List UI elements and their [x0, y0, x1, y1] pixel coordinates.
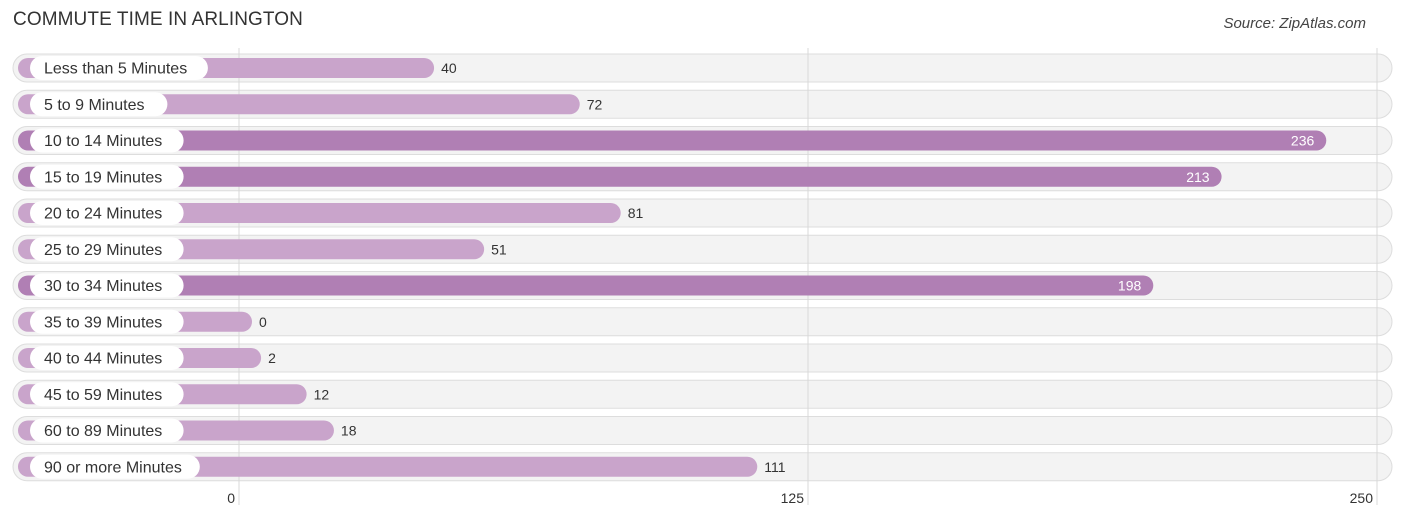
value-label: 51 [491, 241, 507, 257]
bar-row: 60 to 89 Minutes 18 [18, 418, 357, 443]
bar [18, 275, 1154, 296]
category-label: 15 to 19 Minutes [44, 169, 162, 186]
value-label: 18 [341, 423, 357, 439]
category-label: 60 to 89 Minutes [44, 423, 162, 440]
bar-row: 25 to 29 Minutes 51 [18, 237, 507, 262]
value-label: 236 [1291, 133, 1315, 149]
value-label: 0 [259, 314, 267, 330]
bar-row: 20 to 24 Minutes 81 [18, 201, 643, 225]
category-label: Less than 5 Minutes [44, 61, 187, 78]
value-label: 12 [314, 386, 330, 402]
x-tick-label: 250 [1350, 490, 1374, 506]
x-tick-label: 125 [781, 490, 805, 506]
bar-row: 10 to 14 Minutes 236 [18, 128, 1327, 153]
category-label: 20 to 24 Minutes [44, 206, 162, 223]
value-label: 213 [1186, 169, 1210, 185]
value-label: 81 [628, 205, 644, 221]
bar-row: 45 to 59 Minutes 12 [18, 382, 330, 407]
category-label: 45 to 59 Minutes [44, 387, 162, 404]
category-label: 35 to 39 Minutes [44, 314, 162, 331]
bar-row: 15 to 19 Minutes 213 [18, 164, 1222, 189]
category-label: 25 to 29 Minutes [44, 242, 162, 259]
value-label: 198 [1118, 278, 1142, 294]
category-label: 40 to 44 Minutes [44, 351, 162, 368]
bar-chart: Less than 5 Minutes 40 5 to 9 Minutes 72 10 … [12, 48, 1393, 506]
bar-row: 35 to 39 Minutes 0 [18, 309, 267, 334]
bar-row: 30 to 34 Minutes 198 [18, 273, 1154, 298]
bar [18, 130, 1327, 151]
bar-row: 90 or more Minutes 111 [18, 454, 786, 479]
category-label: 10 to 14 Minutes [44, 133, 162, 150]
x-tick-label: 0 [227, 490, 235, 506]
bar-row: Less than 5 Minutes 40 [18, 56, 457, 80]
bar-row: 40 to 44 Minutes 2 [18, 346, 276, 370]
value-label: 111 [764, 459, 785, 475]
category-label: 5 to 9 Minutes [44, 97, 145, 114]
category-label: 90 or more Minutes [44, 459, 182, 476]
bar [18, 166, 1222, 187]
category-label: 30 to 34 Minutes [44, 278, 162, 295]
bar-row: 5 to 9 Minutes 72 [18, 92, 603, 117]
value-label: 2 [268, 350, 276, 366]
value-label: 72 [587, 96, 603, 112]
value-label: 40 [441, 60, 457, 76]
